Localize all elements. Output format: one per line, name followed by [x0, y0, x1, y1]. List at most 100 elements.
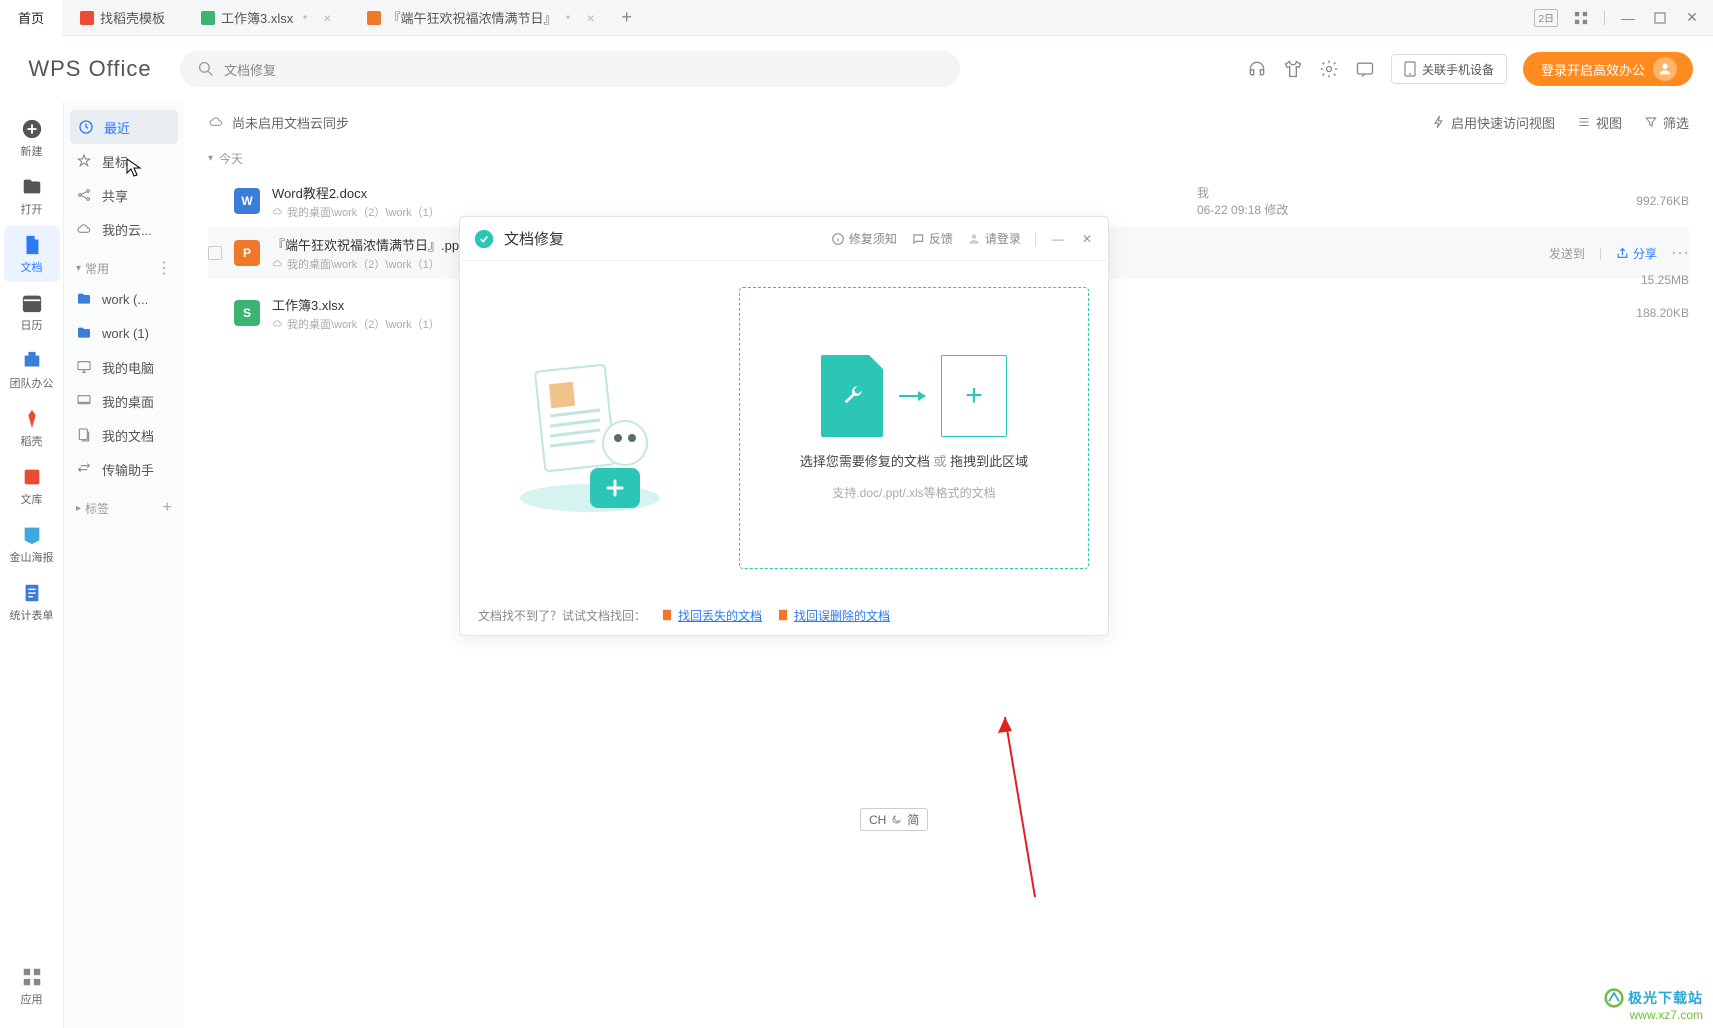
more-icon[interactable]: ⋯ [1671, 243, 1689, 264]
content-toolbar: 尚未启用文档云同步 启用快速访问视图 视图 筛选 [184, 102, 1713, 142]
transfer-icon [76, 461, 92, 477]
dialog-close-button[interactable]: ✕ [1080, 232, 1094, 246]
window-tabs-bar: 首页 找稻壳模板 工作簿3.xlsx × 『端午狂欢祝福浓情满节日』 × + 2… [0, 0, 1713, 36]
tab-daoke-template[interactable]: 找稻壳模板 [62, 0, 183, 36]
document-icon [21, 234, 43, 256]
sb2-label: 共享 [102, 186, 128, 205]
docx-icon: W [234, 188, 260, 214]
window-badge[interactable]: 2日 [1534, 9, 1558, 27]
send-to-button[interactable]: 发送到 [1549, 245, 1585, 262]
team-icon [21, 350, 43, 372]
watermark: 极光下载站 www.xz7.com [1604, 988, 1703, 1022]
cloud-icon [76, 221, 92, 237]
rail-team[interactable]: 团队办公 [4, 342, 60, 398]
login-button[interactable]: 登录开启高效办公 [1523, 52, 1693, 86]
rail-forms[interactable]: 统计表单 [4, 574, 60, 630]
window-grid-icon[interactable] [1572, 9, 1590, 27]
shirt-icon[interactable] [1283, 59, 1303, 79]
tab-pin-icon[interactable] [562, 11, 576, 25]
tab-close-icon[interactable]: × [323, 10, 331, 26]
xlsx-icon: S [234, 300, 260, 326]
window-close-button[interactable]: ✕ [1683, 9, 1701, 27]
sb2-recent[interactable]: 最近 [70, 110, 178, 144]
sb2-section-tags: ▸ 标签 + [64, 494, 184, 522]
phone-icon [1404, 61, 1416, 77]
sb2-folder-work1[interactable]: work (1) [64, 316, 184, 350]
headset-icon[interactable] [1247, 59, 1267, 79]
rail-poster[interactable]: 金山海报 [4, 516, 60, 572]
tab-add-button[interactable]: + [613, 7, 641, 28]
recover-deleted-link[interactable]: 找回误删除的文档 [776, 607, 890, 624]
list-icon [1577, 115, 1591, 129]
tab-pin-icon[interactable] [299, 11, 313, 25]
dialog-illustration [460, 261, 720, 595]
sb2-my-desktop[interactable]: 我的桌面 [64, 384, 184, 418]
arrow-right-icon [899, 395, 925, 397]
gear-icon[interactable] [1319, 59, 1339, 79]
rail-library[interactable]: 文库 [4, 458, 60, 514]
rail-daoke[interactable]: 稻壳 [4, 400, 60, 456]
ime-indicator[interactable]: CH 简 [860, 808, 928, 831]
dialog-minimize-button[interactable]: — [1050, 232, 1066, 246]
rail-documents[interactable]: 文档 [4, 226, 60, 282]
rail-calendar[interactable]: 日历 [4, 284, 60, 340]
window-maximize-button[interactable] [1651, 9, 1669, 27]
rail-label: 统计表单 [10, 607, 54, 623]
sb2-transfer[interactable]: 传输助手 [64, 452, 184, 486]
file-name: Word教程2.docx [272, 183, 440, 202]
xlsx-icon [201, 11, 215, 25]
file-name: 工作簿3.xlsx [272, 295, 440, 314]
sb2-label: 我的电脑 [102, 358, 154, 377]
search-input[interactable]: 文档修复 [180, 51, 960, 87]
doc-trash-icon [776, 608, 790, 622]
file-checkbox[interactable] [208, 246, 222, 260]
dropzone-icons: + [821, 355, 1007, 437]
rail-label: 日历 [21, 317, 43, 333]
secondary-sidebar: 最近 星标 共享 我的云... ▾ 常用 ⋮ work (... work (1… [64, 102, 184, 1028]
tab-close-icon[interactable]: × [586, 10, 594, 26]
recover-lost-link[interactable]: 找回丢失的文档 [660, 607, 762, 624]
file-size: 992.76KB [1469, 194, 1689, 208]
repair-notice-button[interactable]: 修复须知 [831, 230, 897, 247]
share-button[interactable]: 分享 [1616, 245, 1657, 262]
more-icon[interactable]: ⋮ [156, 258, 172, 278]
dropzone[interactable]: + 选择您需要修复的文档 或 拖拽到此区域 支持.doc/.ppt/.xls等格… [739, 287, 1089, 569]
quick-view-button[interactable]: 启用快速访问视图 [1432, 113, 1555, 132]
cloud-icon [208, 114, 224, 130]
rail-apps[interactable]: 应用 [4, 958, 60, 1014]
tab-label: 首页 [18, 8, 44, 27]
plus-circle-icon [21, 118, 43, 140]
tab-pptx-duanwu[interactable]: 『端午狂欢祝福浓情满节日』 × [349, 0, 612, 36]
dialog-footer: 文档找不到了？试试文档找回： 找回丢失的文档 找回误删除的文档 [460, 595, 1108, 635]
message-icon[interactable] [1355, 59, 1375, 79]
add-tag-icon[interactable]: + [163, 499, 172, 517]
tab-workbook3[interactable]: 工作簿3.xlsx × [183, 0, 349, 36]
view-button[interactable]: 视图 [1577, 113, 1622, 132]
rail-label: 文库 [21, 491, 43, 507]
phone-btn-label: 关联手机设备 [1422, 61, 1494, 78]
sb2-my-computer[interactable]: 我的电脑 [64, 350, 184, 384]
search-placeholder: 文档修复 [224, 60, 276, 79]
filter-button[interactable]: 筛选 [1644, 113, 1689, 132]
window-minimize-button[interactable]: — [1619, 9, 1637, 27]
rail-open[interactable]: 打开 [4, 168, 60, 224]
folder-icon [76, 291, 92, 307]
section-today[interactable]: ▾ 今天 [208, 142, 1689, 175]
dialog-title: 文档修复 [504, 228, 564, 249]
rail-new[interactable]: 新建 [4, 110, 60, 166]
header-actions: 关联手机设备 登录开启高效办公 [1247, 52, 1693, 86]
link-phone-button[interactable]: 关联手机设备 [1391, 54, 1507, 84]
feedback-button[interactable]: 反馈 [911, 230, 953, 247]
sb2-folder-work2[interactable]: work (... [64, 282, 184, 316]
sb2-shared[interactable]: 共享 [64, 178, 184, 212]
cloud-sync-notice[interactable]: 尚未启用文档云同步 [208, 113, 349, 132]
sb2-cloud[interactable]: 我的云... [64, 212, 184, 246]
dialog-login-button[interactable]: 请登录 [967, 230, 1021, 247]
tab-home[interactable]: 首页 [0, 0, 62, 36]
sb2-my-documents[interactable]: 我的文档 [64, 418, 184, 452]
tab-label: 工作簿3.xlsx [221, 8, 293, 27]
monitor-icon [76, 359, 92, 375]
share-icon [76, 187, 92, 203]
apps-icon [21, 966, 43, 988]
sb2-starred[interactable]: 星标 [64, 144, 184, 178]
